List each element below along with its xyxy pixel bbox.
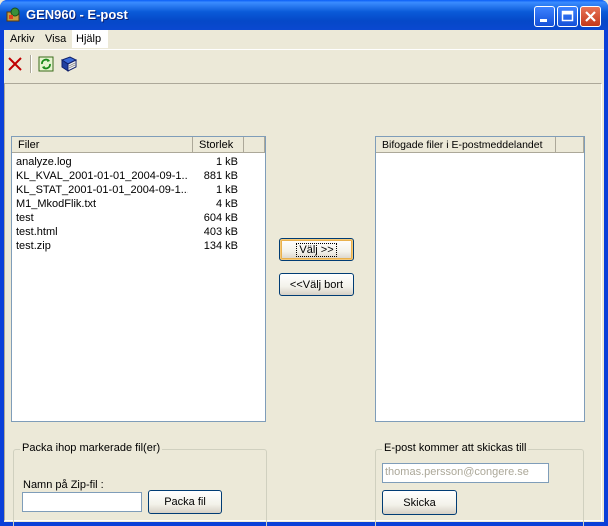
file-size: 1 kB	[215, 184, 238, 196]
email-group-title: E-post kommer att skickas till	[382, 442, 529, 454]
close-icon	[585, 11, 596, 22]
title-bar[interactable]: GEN960 - E-post	[0, 0, 608, 30]
menu-separator	[4, 49, 604, 50]
column-header-size[interactable]: Storlek	[193, 137, 244, 153]
file-size: 4 kB	[215, 198, 238, 210]
file-size: 604 kB	[203, 212, 238, 224]
minimize-icon	[540, 19, 547, 22]
select-button-label: Välj >>	[296, 242, 337, 257]
menu-bar: Arkiv Visa Hjälp	[4, 30, 604, 49]
close-x-icon	[8, 57, 22, 71]
refresh-tool-button[interactable]	[35, 53, 57, 75]
file-size: 881 kB	[203, 170, 238, 182]
refresh-icon	[38, 56, 54, 72]
file-name: test.zip	[16, 240, 51, 252]
app-icon	[6, 7, 20, 22]
column-header-empty	[556, 137, 584, 153]
email-address-field: thomas.persson@congere.se	[382, 463, 549, 483]
client-area: Arkiv Visa Hjälp Filer Storlek analyze.l…	[4, 30, 604, 526]
send-button-label: Skicka	[403, 496, 436, 509]
email-groupbox: E-post kommer att skickas till thomas.pe…	[375, 442, 584, 526]
send-button[interactable]: Skicka	[382, 490, 457, 515]
files-list[interactable]: Filer Storlek analyze.log 1 kB KL_KVAL_2…	[11, 136, 266, 422]
toolbar-separator	[30, 55, 32, 73]
file-size: 134 kB	[203, 240, 238, 252]
close-window-button[interactable]	[580, 6, 601, 27]
file-name: test.html	[16, 226, 58, 238]
deselect-button-label: <<Välj bort	[289, 278, 344, 291]
column-header-empty	[244, 137, 265, 153]
column-header-attached[interactable]: Bifogade filer i E-postmeddelandet	[376, 137, 556, 153]
menu-arkiv[interactable]: Arkiv	[10, 33, 34, 45]
file-name: M1_MkodFlik.txt	[16, 198, 97, 210]
select-button[interactable]: Välj >>	[279, 238, 354, 261]
zip-groupbox: Packa ihop markerade fil(er) Namn på Zip…	[13, 442, 267, 526]
maximize-button[interactable]	[557, 6, 578, 27]
content-frame: Filer Storlek analyze.log 1 kB KL_KVAL_2…	[4, 83, 602, 526]
file-name: test	[16, 212, 34, 224]
file-size: 403 kB	[203, 226, 238, 238]
attached-files-list[interactable]: Bifogade filer i E-postmeddelandet	[375, 136, 585, 422]
menu-hjalp[interactable]: Hjälp	[76, 33, 101, 45]
minimize-button[interactable]	[534, 6, 555, 27]
menu-visa[interactable]: Visa	[45, 33, 66, 45]
zip-name-label: Namn på Zip-fil :	[23, 479, 104, 491]
file-name: KL_KVAL_2001-01-01_2004-09-1...	[16, 170, 188, 182]
file-size: 1 kB	[215, 156, 238, 168]
book-icon	[60, 56, 78, 72]
deselect-button[interactable]: <<Välj bort	[279, 273, 354, 296]
app-window: GEN960 - E-post Arkiv Visa Hjälp Filer S…	[0, 0, 608, 526]
zip-group-title: Packa ihop markerade fil(er)	[20, 442, 163, 454]
pack-file-button[interactable]: Packa fil	[148, 490, 222, 514]
help-book-tool-button[interactable]	[58, 53, 80, 75]
window-title: GEN960 - E-post	[26, 7, 128, 22]
file-name: analyze.log	[16, 156, 72, 168]
column-header-files[interactable]: Filer	[12, 137, 193, 153]
delete-tool-button[interactable]	[4, 53, 26, 75]
zip-name-input[interactable]	[22, 492, 142, 512]
toolbar	[4, 51, 604, 81]
maximize-icon	[561, 10, 574, 22]
file-name: KL_STAT_2001-01-01_2004-09-1...	[16, 184, 188, 196]
pack-file-button-label: Packa fil	[164, 496, 206, 508]
